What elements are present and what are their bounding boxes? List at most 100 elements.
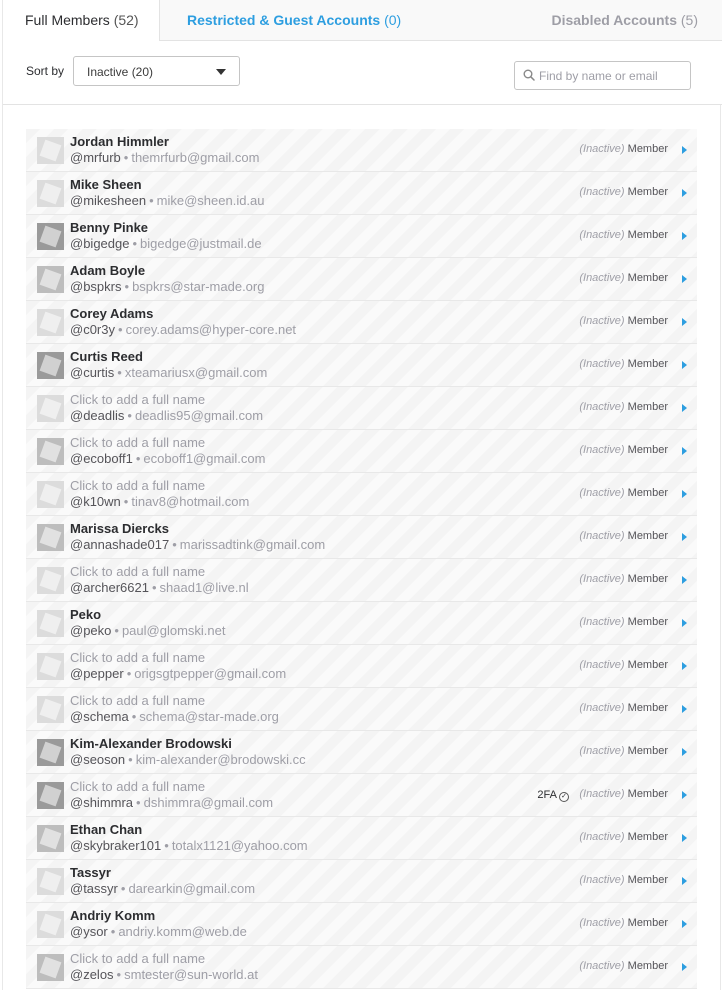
caret-right-icon[interactable] — [682, 619, 687, 627]
member-contact: @k10wn • tinav8@hotmail.com — [70, 494, 249, 509]
avatar — [37, 180, 64, 207]
member-handle: @bspkrs — [70, 279, 122, 294]
member-handle: @c0r3y — [70, 322, 115, 337]
caret-right-icon[interactable] — [682, 404, 687, 412]
caret-right-icon[interactable] — [682, 447, 687, 455]
member-row[interactable]: Click to add a full name @zelos • smtester@… — [26, 946, 697, 989]
member-state: (Inactive) — [579, 315, 625, 327]
caret-right-icon[interactable] — [682, 318, 687, 326]
member-contact: @annashade017 • marissadtink@gmail.com — [70, 537, 325, 552]
tab-full-members-count: (52) — [113, 12, 139, 28]
tab-disabled-count: (5) — [680, 12, 698, 28]
member-role: Member — [627, 659, 668, 671]
member-row[interactable]: Tassyr @tassyr • darearkin@gmail.com (Inacti… — [26, 860, 697, 903]
member-row[interactable]: Curtis Reed @curtis • xteamariusx@gmail.com… — [26, 344, 697, 387]
member-email: darearkin@gmail.com — [128, 881, 256, 896]
caret-right-icon[interactable] — [682, 963, 687, 971]
caret-right-icon[interactable] — [682, 576, 687, 584]
member-state: (Inactive) — [579, 272, 625, 284]
member-row[interactable]: Marissa Diercks @annashade017 • marissadtin… — [26, 516, 697, 559]
add-full-name-link[interactable]: Click to add a full name — [70, 951, 205, 966]
caret-right-icon[interactable] — [682, 275, 687, 283]
member-tabs: Full Members (52) Restricted & Guest Acc… — [3, 0, 722, 42]
avatar — [37, 309, 64, 336]
member-state: (Inactive) — [579, 659, 625, 671]
avatar — [37, 610, 64, 637]
member-row[interactable]: Click to add a full name @pepper • origsgtp… — [26, 645, 697, 688]
member-handle: @annashade017 — [70, 537, 170, 552]
add-full-name-link[interactable]: Click to add a full name — [70, 693, 205, 708]
separator-dot: • — [123, 150, 129, 165]
caret-right-icon[interactable] — [682, 791, 687, 799]
member-state: (Inactive) — [579, 143, 625, 155]
caret-right-icon[interactable] — [682, 662, 687, 670]
sort-select[interactable]: Inactive (20) — [73, 56, 240, 86]
member-row[interactable]: Click to add a full name @deadlis • deadlis… — [26, 387, 697, 430]
member-row[interactable]: Mike Sheen @mikesheen • mike@sheen.id.au (In… — [26, 172, 697, 215]
member-state: (Inactive) — [579, 831, 625, 843]
member-row[interactable]: Corey Adams @c0r3y • corey.adams@hyper-core… — [26, 301, 697, 344]
avatar — [37, 954, 64, 981]
member-state: (Inactive) — [579, 186, 625, 198]
caret-right-icon[interactable] — [682, 232, 687, 240]
tab-disabled-accounts[interactable]: Disabled Accounts (5) — [551, 0, 698, 41]
member-row[interactable]: Peko @peko • paul@glomski.net (Inactive) Mem… — [26, 602, 697, 645]
member-row[interactable]: Click to add a full name @shimmra • dshimmr… — [26, 774, 697, 817]
member-row[interactable]: Click to add a full name @ecoboff1 • ecobof… — [26, 430, 697, 473]
separator-dot: • — [136, 795, 141, 810]
add-full-name-link[interactable]: Click to add a full name — [70, 564, 205, 579]
separator-dot: • — [172, 537, 177, 552]
caret-right-icon[interactable] — [682, 533, 687, 541]
add-full-name-link[interactable]: Click to add a full name — [70, 392, 205, 407]
member-row[interactable]: Click to add a full name @schema • schema@s… — [26, 688, 697, 731]
avatar — [37, 266, 64, 293]
tab-full-members[interactable]: Full Members (52) — [3, 0, 160, 42]
add-full-name-link[interactable]: Click to add a full name — [70, 435, 205, 450]
member-email: schema@star-made.org — [139, 709, 279, 724]
member-status: (Inactive) Member — [579, 401, 668, 413]
caret-right-icon[interactable] — [682, 834, 687, 842]
member-row[interactable]: Adam Boyle @bspkrs • bspkrs@star-made.org (I… — [26, 258, 697, 301]
member-contact: @bigedge • bigedge@justmail.de — [70, 236, 262, 251]
caret-right-icon[interactable] — [682, 920, 687, 928]
avatar — [37, 653, 64, 680]
member-state: (Inactive) — [579, 530, 625, 542]
caret-right-icon[interactable] — [682, 748, 687, 756]
caret-right-icon[interactable] — [682, 146, 687, 154]
member-row[interactable]: Andriy Komm @ysor • andriy.komm@web.de (Inac… — [26, 903, 697, 946]
member-role: Member — [627, 702, 668, 714]
member-email: totalx1121@yahoo.com — [171, 838, 308, 853]
member-role: Member — [627, 229, 668, 241]
member-row[interactable]: Kim-Alexander Brodowski @seoson • kim-alexa… — [26, 731, 697, 774]
add-full-name-link[interactable]: Click to add a full name — [70, 779, 205, 794]
tab-restricted-guest[interactable]: Restricted & Guest Accounts (0) — [187, 0, 401, 41]
add-full-name-link[interactable]: Click to add a full name — [70, 478, 205, 493]
add-full-name-link[interactable]: Click to add a full name — [70, 650, 205, 665]
separator-dot: • — [126, 666, 132, 681]
member-handle: @bigedge — [70, 236, 130, 251]
caret-right-icon[interactable] — [682, 490, 687, 498]
member-handle: @ecoboff1 — [70, 451, 133, 466]
member-row[interactable]: Benny Pinke @bigedge • bigedge@justmail.de (… — [26, 215, 697, 258]
member-email: smtester@sun-world.at — [124, 967, 258, 982]
member-row[interactable]: Click to add a full name @k10wn • tinav8@ho… — [26, 473, 697, 516]
avatar — [37, 911, 64, 938]
member-row[interactable]: Jordan Himmler @mrfurb • themrfurb@gmail.co… — [26, 129, 697, 172]
member-full-name: Corey Adams — [70, 306, 154, 321]
member-row[interactable]: Click to add a full name @archer6621 • shaa… — [26, 559, 697, 602]
caret-right-icon[interactable] — [682, 705, 687, 713]
member-state: (Inactive) — [579, 702, 625, 714]
member-role: Member — [627, 917, 668, 929]
member-contact: @shimmra • dshimmra@gmail.com — [70, 795, 273, 810]
member-role: Member — [627, 788, 668, 800]
member-email: xteamariusx@gmail.com — [124, 365, 268, 380]
member-contact: @zelos • smtester@sun-world.at — [70, 967, 258, 982]
caret-right-icon[interactable] — [682, 877, 687, 885]
search-input[interactable] — [539, 66, 687, 86]
separator-dot: • — [135, 451, 141, 466]
list-toolbar: Sort by Inactive (20) — [3, 41, 722, 105]
member-handle: @archer6621 — [70, 580, 149, 595]
caret-right-icon[interactable] — [682, 189, 687, 197]
member-row[interactable]: Ethan Chan @skybraker101 • totalx1121@yahoo… — [26, 817, 697, 860]
caret-right-icon[interactable] — [682, 361, 687, 369]
